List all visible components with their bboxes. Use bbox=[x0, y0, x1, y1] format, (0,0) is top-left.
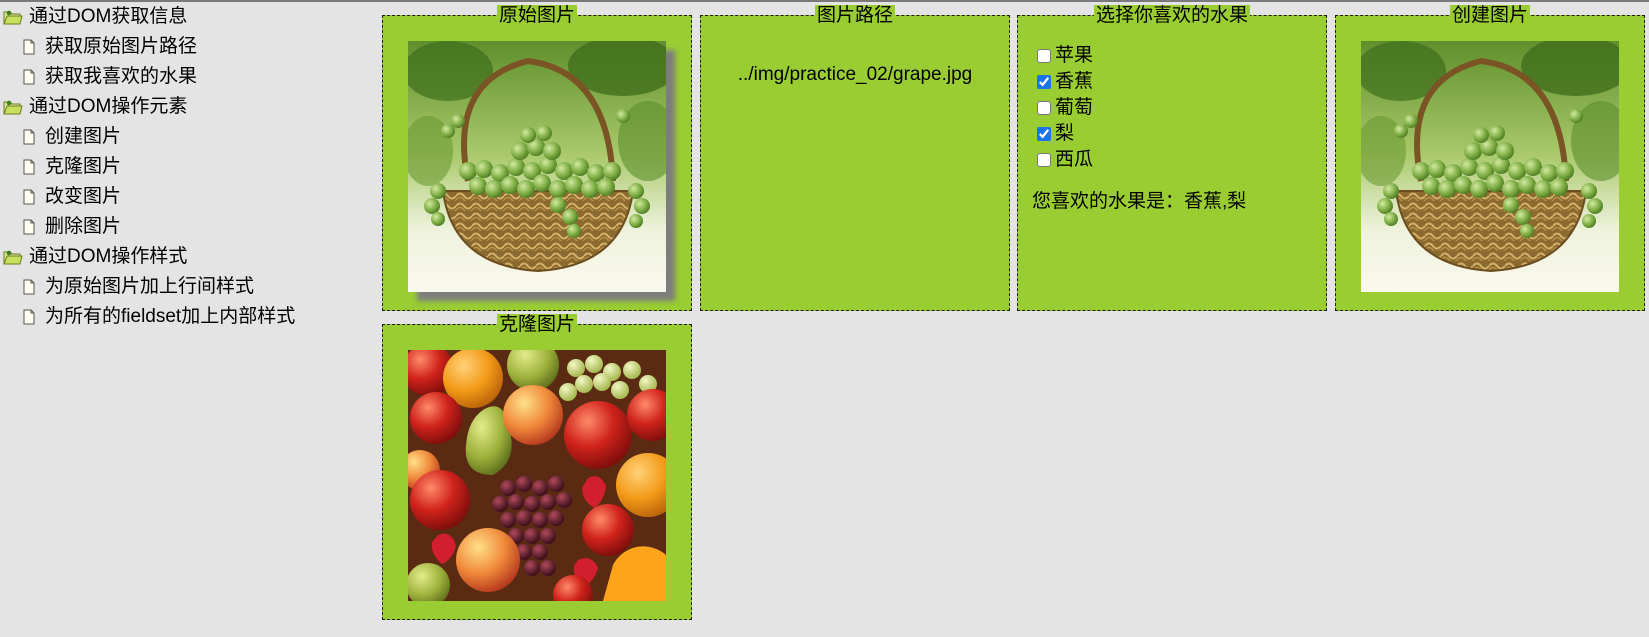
tree-group-dom-elements[interactable]: 通过DOM操作元素 bbox=[0, 92, 370, 122]
tree-item-label: 改变图片 bbox=[45, 186, 122, 207]
fruit-option-label: 葡萄 bbox=[1055, 97, 1094, 118]
fieldset-created-image: 创建图片 bbox=[1335, 5, 1645, 311]
fruit-option-label: 西瓜 bbox=[1055, 149, 1094, 170]
folder-icon bbox=[3, 10, 23, 25]
fieldset-image-path: 图片路径 ../img/practice_02/grape.jpg bbox=[700, 5, 1010, 311]
tree-group-dom-info[interactable]: 通过DOM获取信息 bbox=[0, 2, 370, 32]
fieldset-legend: 克隆图片 bbox=[496, 314, 577, 335]
fruit-option-grape[interactable]: 葡萄 bbox=[1037, 95, 1093, 121]
fruit-option-label: 香蕉 bbox=[1055, 71, 1094, 92]
mixed-fruit-image bbox=[408, 350, 666, 601]
tree-item-delete-image[interactable]: 删除图片 bbox=[0, 212, 370, 242]
favorite-fruits-label: 您喜欢的水果是： bbox=[1032, 191, 1185, 212]
tree-item-label: 获取我喜欢的水果 bbox=[45, 66, 198, 87]
tree-item-label: 克隆图片 bbox=[45, 156, 122, 177]
fruit-checkbox[interactable] bbox=[1037, 49, 1051, 63]
tree-item-label: 删除图片 bbox=[45, 216, 122, 237]
fruit-checkbox-list: 苹果 香蕉 葡萄 梨 西瓜 bbox=[1037, 43, 1093, 173]
fruit-option-pear[interactable]: 梨 bbox=[1037, 121, 1093, 147]
fruit-checkbox[interactable] bbox=[1037, 127, 1051, 141]
original-image bbox=[408, 41, 666, 292]
document-icon bbox=[23, 279, 35, 295]
tree-item-clone-image[interactable]: 克隆图片 bbox=[0, 152, 370, 182]
cloned-image bbox=[408, 350, 666, 601]
tree-item-label: 创建图片 bbox=[45, 126, 122, 147]
fruit-option-banana[interactable]: 香蕉 bbox=[1037, 69, 1093, 95]
fieldset-original-image: 原始图片 bbox=[382, 5, 692, 311]
folder-icon bbox=[3, 100, 23, 115]
created-image bbox=[1361, 41, 1619, 292]
document-icon bbox=[23, 69, 35, 85]
nav-tree: 通过DOM获取信息 获取原始图片路径 获取我喜欢的水果 通过DOM操作元素 创建… bbox=[0, 2, 370, 332]
fieldset-legend: 原始图片 bbox=[496, 5, 577, 26]
fieldset-legend: 选择你喜欢的水果 bbox=[1093, 5, 1250, 26]
fieldset-cloned-image: 克隆图片 bbox=[382, 314, 692, 620]
fieldset-legend: 创建图片 bbox=[1449, 5, 1530, 26]
tree-group-label: 通过DOM操作样式 bbox=[29, 246, 188, 267]
document-icon bbox=[23, 39, 35, 55]
document-icon bbox=[23, 219, 35, 235]
fruit-option-label: 梨 bbox=[1055, 123, 1075, 144]
fruit-option-apple[interactable]: 苹果 bbox=[1037, 43, 1093, 69]
document-icon bbox=[23, 189, 35, 205]
document-icon bbox=[23, 159, 35, 175]
tree-item-get-original-path[interactable]: 获取原始图片路径 bbox=[0, 32, 370, 62]
tree-group-label: 通过DOM操作元素 bbox=[29, 96, 188, 117]
fieldset-choose-fruits: 选择你喜欢的水果 苹果 香蕉 葡萄 梨 西瓜 您喜欢的水果是：香蕉,梨 bbox=[1017, 5, 1327, 311]
tree-item-label: 为所有的fieldset加上内部样式 bbox=[45, 306, 296, 327]
fruit-checkbox[interactable] bbox=[1037, 75, 1051, 89]
fruit-option-watermelon[interactable]: 西瓜 bbox=[1037, 147, 1093, 173]
document-icon bbox=[23, 309, 35, 325]
fruit-checkbox[interactable] bbox=[1037, 101, 1051, 115]
grape-basket-image bbox=[1361, 41, 1619, 292]
tree-item-label: 为原始图片加上行间样式 bbox=[45, 276, 255, 297]
tree-item-label: 获取原始图片路径 bbox=[45, 36, 198, 57]
tree-item-inline-style[interactable]: 为原始图片加上行间样式 bbox=[0, 272, 370, 302]
tree-group-label: 通过DOM获取信息 bbox=[29, 6, 188, 27]
favorite-fruits-result: 您喜欢的水果是：香蕉,梨 bbox=[1032, 186, 1246, 213]
tree-group-dom-styles[interactable]: 通过DOM操作样式 bbox=[0, 242, 370, 272]
grape-basket-image bbox=[408, 41, 666, 292]
image-path-text: ../img/practice_02/grape.jpg bbox=[737, 64, 973, 85]
document-icon bbox=[23, 129, 35, 145]
fruit-option-label: 苹果 bbox=[1055, 45, 1094, 66]
tree-item-fieldset-style[interactable]: 为所有的fieldset加上内部样式 bbox=[0, 302, 370, 332]
tree-item-create-image[interactable]: 创建图片 bbox=[0, 122, 370, 152]
tree-item-change-image[interactable]: 改变图片 bbox=[0, 182, 370, 212]
tree-item-get-favorite-fruits[interactable]: 获取我喜欢的水果 bbox=[0, 62, 370, 92]
fruit-checkbox[interactable] bbox=[1037, 153, 1051, 167]
favorite-fruits-value: 香蕉,梨 bbox=[1184, 191, 1247, 212]
folder-icon bbox=[3, 250, 23, 265]
fieldset-legend: 图片路径 bbox=[814, 5, 895, 26]
